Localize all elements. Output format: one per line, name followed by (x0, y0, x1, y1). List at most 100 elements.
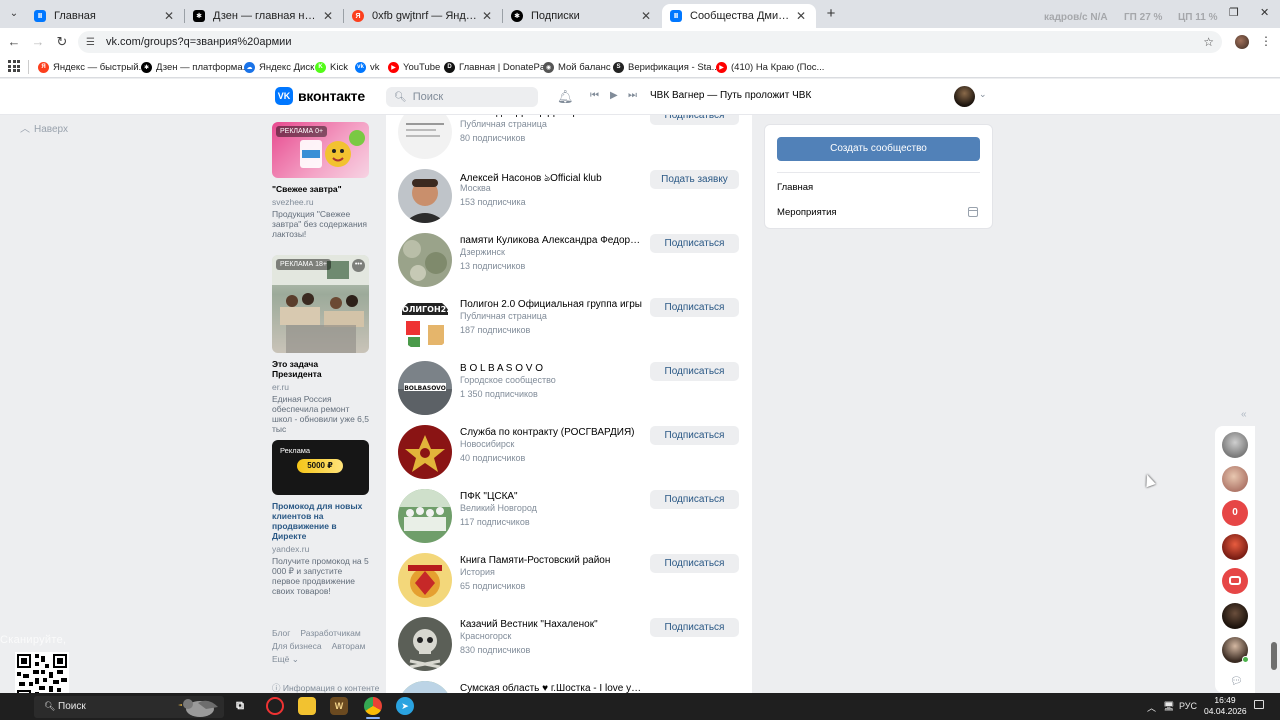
file-explorer-icon[interactable] (298, 697, 316, 715)
bookmark-item[interactable]: D Главная | DonatePay (444, 59, 550, 75)
footer-link[interactable]: Авторам (332, 641, 366, 651)
new-tab-button[interactable]: + (822, 5, 840, 23)
tab-dzen[interactable]: ✱ Дзен — главная новостная и ✕ (185, 4, 343, 28)
group-row[interactable]: ПОЛИГОН2.0 Полигон 2.0 Официальная группа… (386, 292, 752, 356)
user-avatar[interactable] (954, 86, 975, 107)
group-avatar[interactable] (398, 553, 452, 607)
now-playing-track[interactable]: ЧВК Вагнер — Путь проложит ЧВК (650, 90, 811, 101)
back-arrow-icon[interactable]: ← (5, 33, 23, 51)
reload-icon[interactable]: ↻ (53, 33, 71, 51)
bookmark-item[interactable]: S Верификация - Sta... (613, 59, 720, 75)
group-row[interactable]: ПФК "ЦСКА" Великий Новгород 117 подписчико… (386, 484, 752, 548)
group-name[interactable]: Ишкильдин Динар Дамирович (460, 115, 642, 118)
vk-search-input[interactable]: 🔍︎ Поиск (386, 87, 538, 107)
tab-vk-home[interactable]: Ⅱ Главная ✕ (26, 4, 184, 28)
group-avatar[interactable] (398, 425, 452, 479)
tab-yandex-search[interactable]: Я 0xfb gwjtnrf — Яндекс: нашло ✕ (344, 4, 502, 28)
previous-track-icon[interactable]: ⏮︎ (590, 90, 599, 101)
group-row[interactable]: Книга Памяти-Ростовский район История 65 п… (386, 548, 752, 612)
menu-item-events[interactable]: Мероприятия (777, 207, 837, 218)
profile-avatar[interactable] (1235, 35, 1249, 49)
group-avatar[interactable] (398, 115, 452, 159)
chat-avatar[interactable] (1222, 568, 1248, 594)
browser-menu-icon[interactable]: ⋮ (1260, 34, 1272, 48)
tab-subscriptions[interactable]: ✱ Подписки ✕ (503, 4, 661, 28)
more-options-icon[interactable]: ••• (352, 259, 365, 272)
bookmark-item[interactable]: vk vk (355, 59, 380, 75)
footer-link[interactable]: Для бизнеса (272, 641, 322, 651)
task-view-icon[interactable]: ⧉ (231, 697, 249, 715)
ad-title[interactable]: Это задача Президента (272, 359, 370, 379)
group-name[interactable]: Казачий Вестник "Нахаленок" (460, 619, 642, 630)
group-row[interactable]: Служба по контракту (РОСГВАРДИЯ) Новосиби… (386, 420, 752, 484)
group-avatar[interactable]: BOLBASOVO (398, 361, 452, 415)
close-icon[interactable]: ✕ (162, 9, 176, 23)
collapse-chats-icon[interactable]: « (1241, 409, 1247, 420)
group-name[interactable]: ПФК "ЦСКА" (460, 491, 642, 502)
tray-overflow-icon[interactable]: ︿ (1147, 701, 1156, 714)
chat-avatar-badge[interactable]: 0 (1222, 500, 1248, 526)
ad-title[interactable]: Промокод для новых клиентов на продвижен… (272, 501, 370, 541)
close-icon[interactable]: ✕ (794, 9, 808, 23)
group-avatar[interactable] (398, 169, 452, 223)
group-avatar[interactable] (398, 681, 452, 693)
group-name[interactable]: B O L B A S O V O (460, 363, 642, 374)
address-bar[interactable]: ☰ vk.com/groups?q=званрия%20армии ☆ (78, 31, 1222, 53)
close-icon[interactable]: ✕ (321, 9, 335, 23)
ad-block[interactable]: Реклама 5000 ₽ Промокод для новых клиент… (272, 440, 370, 596)
subscribe-button[interactable]: Подписаться (650, 426, 739, 445)
bookmark-item[interactable]: ✱ Дзен — платформа... (141, 59, 251, 75)
pigeon-widget-icon[interactable] (176, 695, 222, 719)
subscribe-button[interactable]: Подписаться (650, 234, 739, 253)
group-row[interactable]: Казачий Вестник "Нахаленок" Красногорск 83… (386, 612, 752, 676)
content-info-link[interactable]: ⓘ Информация о контенте (272, 682, 379, 693)
vk-wordmark[interactable]: вконтакте (298, 88, 365, 104)
restore-window-icon[interactable]: ❐ (1229, 6, 1239, 19)
system-clock[interactable]: 16:49 04.04.2026 (1204, 695, 1247, 717)
network-icon[interactable]: 🖥︎ (1163, 701, 1174, 712)
subscribe-button[interactable]: Подписаться (650, 298, 739, 317)
request-join-button[interactable]: Подать заявку (650, 170, 739, 189)
next-track-icon[interactable]: ⏭︎ (628, 90, 637, 101)
site-settings-icon[interactable]: ☰ (86, 37, 100, 48)
chrome-icon[interactable] (364, 697, 382, 715)
chat-avatar[interactable] (1222, 534, 1248, 560)
chat-bubble-icon[interactable]: 💬︎ (1230, 676, 1243, 687)
bookmark-item[interactable]: K Kick (315, 59, 348, 75)
scroll-to-top-link[interactable]: ︿ Наверх (16, 120, 68, 135)
bookmark-item[interactable]: ▶ (410) На Краю (Пос... (716, 59, 824, 75)
group-name[interactable]: Сумская область ♥ г.Шостка - I love you.… (460, 683, 642, 693)
bookmark-item[interactable]: ▶ YouTube (388, 59, 440, 75)
group-name[interactable]: Книга Памяти-Ростовский район (460, 555, 642, 566)
group-name[interactable]: Полигон 2.0 Официальная группа игры (460, 299, 642, 310)
subscribe-button[interactable]: Подписаться (650, 618, 739, 637)
group-name[interactable]: памяти Куликова Александра Федорови... (460, 235, 642, 246)
notifications-bell-icon[interactable]: 🔔︎ (557, 89, 574, 105)
play-icon[interactable]: ▶ (610, 90, 618, 101)
subscribe-button[interactable]: Подписаться (650, 362, 739, 381)
language-indicator[interactable]: РУС (1179, 701, 1197, 711)
ad-image[interactable]: РЕКЛАМА 0+ (272, 122, 369, 178)
notification-center-icon[interactable] (1254, 700, 1264, 709)
chat-avatar[interactable] (1222, 466, 1248, 492)
ad-image[interactable]: Реклама 5000 ₽ (272, 440, 369, 495)
footer-link[interactable]: Блог (272, 628, 290, 638)
ad-image[interactable]: РЕКЛАМА 18+ ••• (272, 255, 369, 353)
ad-block[interactable]: РЕКЛАМА 0+ "Свежее завтра" svezhee.ru Пр… (272, 122, 370, 239)
group-row[interactable]: Алексей Насонов ঌOfficial klub Москва 153 … (386, 164, 752, 228)
create-community-button[interactable]: Создать сообщество (777, 137, 980, 161)
telegram-icon[interactable]: ➤ (396, 697, 414, 715)
bookmark-star-icon[interactable]: ☆ (1203, 35, 1214, 49)
ad-domain[interactable]: svezhee.ru (272, 197, 370, 207)
tab-communities-active[interactable]: Ⅱ Сообщества Дмитрия Метода ✕ (662, 4, 816, 28)
tab-search-chevron-icon[interactable]: ⌄ (4, 4, 24, 22)
group-avatar[interactable] (398, 617, 452, 671)
ad-title[interactable]: "Свежее завтра" (272, 184, 370, 194)
forward-arrow-icon[interactable]: → (29, 33, 47, 51)
group-row[interactable]: Сумская область ♥ г.Шостка - I love you.… (386, 676, 752, 693)
ad-domain[interactable]: yandex.ru (272, 544, 370, 554)
scrollbar-thumb[interactable] (1271, 642, 1277, 670)
group-name[interactable]: Служба по контракту (РОСГВАРДИЯ) (460, 427, 642, 438)
group-avatar[interactable] (398, 233, 452, 287)
ad-block[interactable]: РЕКЛАМА 18+ ••• Это задача Президента er… (272, 255, 370, 434)
